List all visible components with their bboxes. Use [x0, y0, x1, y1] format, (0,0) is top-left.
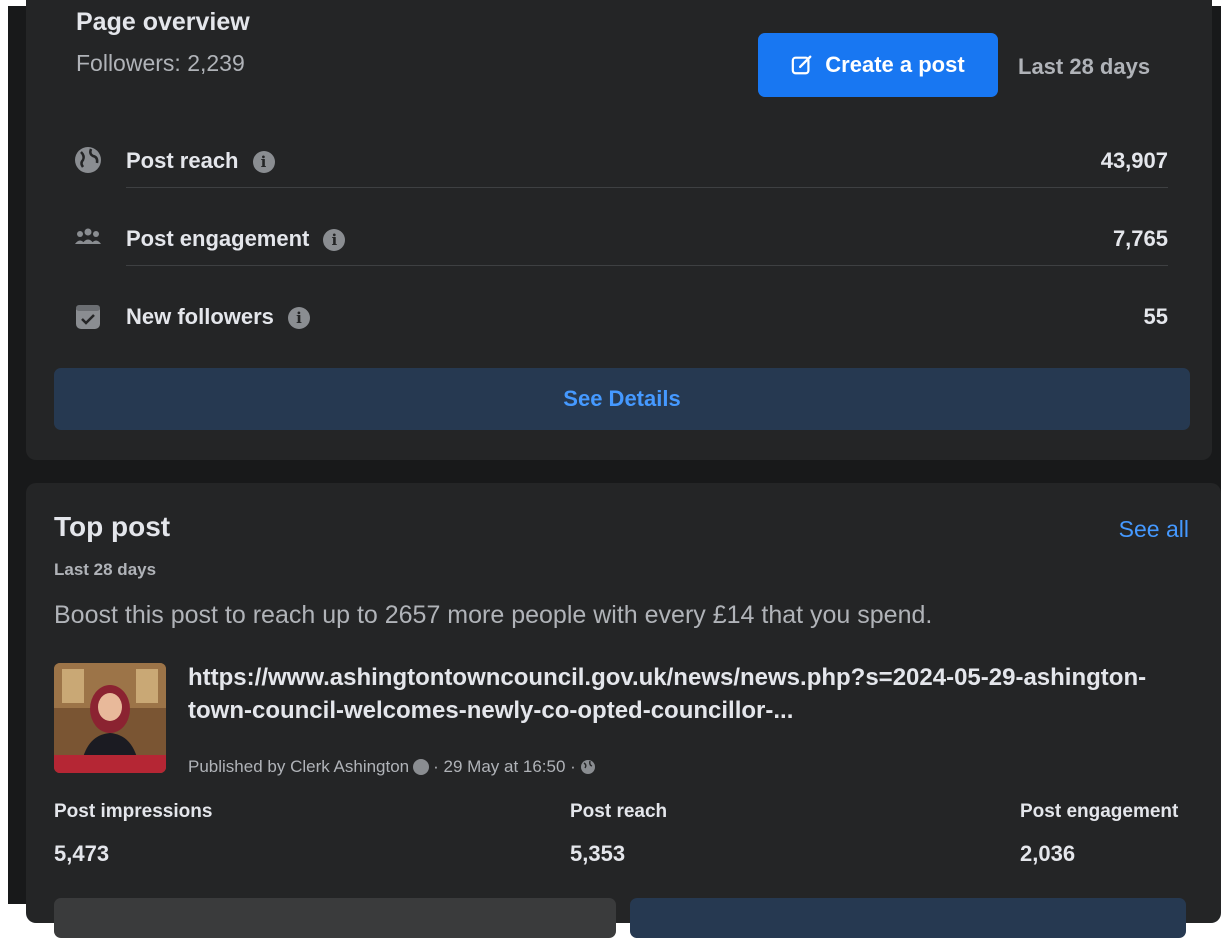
boost-post-button[interactable] — [630, 898, 1186, 938]
globe-icon — [75, 147, 101, 173]
metric-value: 43,907 — [1100, 148, 1168, 173]
edit-icon — [792, 55, 812, 75]
see-details-button[interactable]: See Details — [54, 368, 1190, 430]
calendar-check-icon — [76, 305, 100, 329]
published-date: · 29 May at 16:50 · — [433, 757, 576, 776]
divider — [126, 265, 1168, 266]
info-icon[interactable]: i — [323, 229, 346, 251]
metric-label: New followers — [126, 304, 274, 329]
page-overview-card: Page overview Followers: 2,239 Create a … — [26, 0, 1212, 460]
metric-post-engagement: Post engagement i 7,765 — [70, 218, 1168, 276]
create-post-button[interactable]: Create a post — [758, 33, 998, 97]
post-meta: Published by Clerk Ashington · 29 May at… — [188, 757, 596, 777]
stat-post-reach: Post reach 5,353 — [570, 801, 667, 867]
metric-value: 55 — [1143, 304, 1168, 329]
page-overview-title: Page overview — [76, 8, 250, 36]
published-by: Published by Clerk Ashington — [188, 757, 410, 776]
secondary-action-button[interactable] — [54, 898, 616, 938]
followers-count: Followers: 2,239 — [76, 50, 245, 76]
top-post-range: Last 28 days — [54, 560, 157, 579]
globe-icon — [580, 760, 595, 774]
stat-label: Post impressions — [54, 801, 213, 822]
boost-text: Boost this post to reach up to 2657 more… — [54, 601, 933, 629]
stat-post-impressions: Post impressions 5,473 — [54, 801, 212, 867]
top-post-title: Top post — [54, 511, 171, 542]
metric-post-reach: Post reach i 43,907 — [70, 140, 1168, 198]
info-icon[interactable]: i — [252, 151, 275, 173]
stat-value: 2,036 — [1020, 841, 1076, 866]
stat-value: 5,353 — [570, 841, 626, 866]
post-photo — [54, 663, 166, 773]
date-range-selector[interactable]: Last 28 days — [1018, 54, 1150, 80]
post-thumbnail[interactable] — [54, 663, 166, 773]
stat-label: Post engagement — [1020, 801, 1179, 822]
stat-value: 5,473 — [54, 841, 110, 866]
people-icon — [75, 228, 101, 244]
info-icon — [413, 759, 430, 775]
create-post-label: Create a post — [825, 52, 965, 77]
metric-label: Post engagement — [126, 226, 310, 251]
metric-new-followers: New followers i 55 — [70, 296, 1168, 354]
stat-label: Post reach — [570, 801, 668, 822]
divider — [126, 187, 1168, 188]
post-link[interactable]: https://www.ashingtontowncouncil.gov.uk/… — [188, 661, 1188, 727]
top-post-card: Top post Last 28 days See all Boost this… — [26, 483, 1221, 938]
metric-label: Post reach — [126, 148, 239, 173]
see-all-link[interactable]: See all — [1119, 516, 1189, 543]
info-icon[interactable]: i — [287, 307, 310, 329]
stat-post-engagement: Post engagement 2,036 — [1020, 801, 1178, 867]
metric-value: 7,765 — [1112, 226, 1168, 251]
